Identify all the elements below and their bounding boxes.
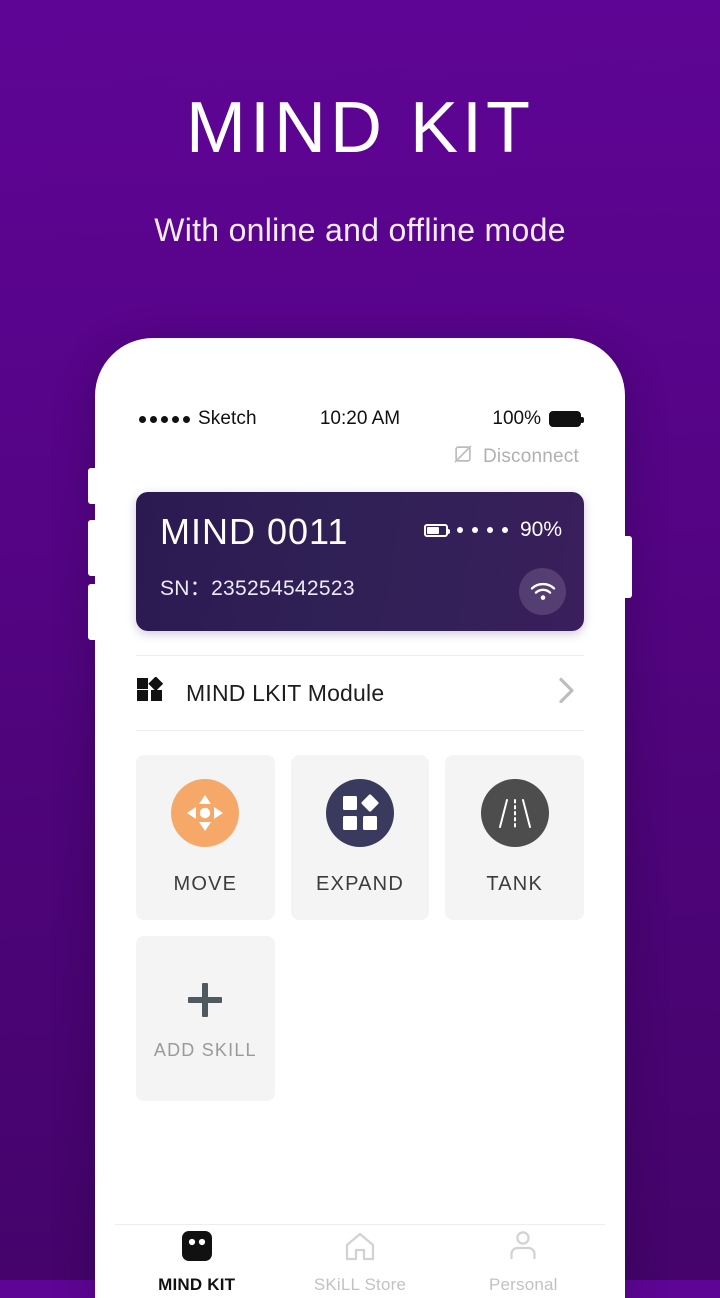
person-icon: [506, 1229, 540, 1268]
device-battery-icon: [423, 523, 450, 537]
battery-icon: [548, 411, 584, 427]
device-battery-percent: 90%: [519, 518, 562, 541]
skill-tile-label: TANK: [486, 873, 543, 895]
device-serial-label: SN：: [160, 577, 212, 600]
tab-label: SKiLL Store: [313, 1274, 407, 1294]
device-battery-dots: [456, 527, 508, 533]
status-bar-time: 10:20 AM: [319, 408, 401, 429]
tab-bar: MIND KIT SKiLL Store Personal: [115, 1224, 605, 1298]
device-card[interactable]: MIND 0011 SN：235254542523 90%: [136, 492, 584, 631]
skill-tile-label: EXPAND: [316, 873, 404, 895]
modules-grid-icon: [136, 675, 164, 710]
tank-road-icon: [480, 779, 549, 847]
tab-label: Personal: [488, 1274, 558, 1294]
add-skill-grid: ADD SKILL: [136, 936, 584, 1101]
power-button[interactable]: [625, 536, 632, 598]
no-connection-icon: [452, 443, 474, 470]
disconnect-label: Disconnect: [483, 445, 579, 467]
wifi-icon: [530, 582, 555, 600]
skill-tile-move[interactable]: MOVE: [136, 755, 275, 920]
expand-blocks-icon: [325, 779, 394, 847]
tab-personal[interactable]: Personal: [442, 1225, 605, 1298]
signal-strength-icon: [139, 415, 190, 423]
add-skill-button[interactable]: ADD SKILL: [136, 936, 275, 1101]
tab-label: MIND KIT: [158, 1274, 236, 1294]
volume-up-button[interactable]: [88, 520, 95, 576]
chevron-right-icon[interactable]: [556, 676, 578, 711]
skill-tile-tank[interactable]: TANK: [445, 755, 584, 920]
battery-percent-label: 100%: [492, 408, 541, 429]
status-bar-left: Sketch: [139, 408, 286, 430]
add-skill-label: ADD SKILL: [153, 1039, 257, 1060]
plus-icon: [182, 977, 228, 1028]
tab-mind-kit[interactable]: MIND KIT: [115, 1225, 278, 1298]
promo-subtitle: With online and offline mode: [154, 212, 566, 248]
status-bar-right: 100%: [434, 408, 584, 430]
wifi-button[interactable]: [519, 568, 566, 615]
tab-skill-store[interactable]: SKiLL Store: [278, 1225, 441, 1298]
silent-switch[interactable]: [88, 468, 95, 504]
disconnect-row[interactable]: Disconnect: [115, 430, 605, 470]
device-battery: 90%: [423, 518, 562, 542]
skill-grid: MOVE EXPAND TANK: [136, 755, 584, 920]
promo-header: MIND KIT With online and offline mode: [0, 0, 720, 249]
status-bar: Sketch 10:20 AM 100%: [115, 360, 605, 430]
home-icon: [343, 1229, 377, 1268]
skill-tile-label: MOVE: [173, 873, 238, 895]
carrier-label: Sketch: [198, 408, 257, 429]
phone-screen: Sketch 10:20 AM 100% Disconnect MIND 001…: [115, 360, 605, 1298]
module-row[interactable]: MIND LKIT Module: [136, 655, 584, 731]
module-label: MIND LKIT Module: [186, 679, 385, 706]
page-title: MIND KIT: [186, 88, 534, 168]
robot-head-icon: [180, 1229, 214, 1268]
phone-mockup: Sketch 10:20 AM 100% Disconnect MIND 001…: [88, 338, 632, 1298]
skill-tile-expand[interactable]: EXPAND: [290, 755, 430, 920]
volume-down-button[interactable]: [88, 584, 95, 640]
move-dpad-icon: [171, 779, 240, 847]
device-serial-value: 235254542523: [211, 577, 355, 600]
device-serial: SN：235254542523: [160, 572, 560, 602]
